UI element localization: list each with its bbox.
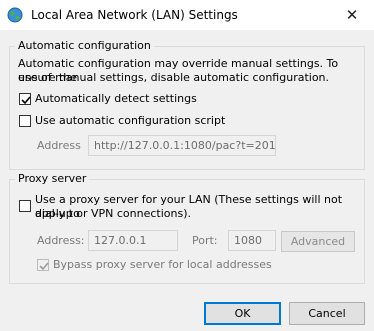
use-proxy-checkbox[interactable] — [19, 200, 31, 212]
proxy-port-input[interactable]: 1080 — [228, 230, 276, 251]
window-title: Local Area Network (LAN) Settings — [31, 8, 238, 22]
auto-config-description-line2: use of manual settings, disable automati… — [18, 71, 330, 84]
auto-config-legend: Automatic configuration — [15, 39, 154, 53]
proxy-address-input[interactable]: 127.0.0.1 — [88, 230, 178, 251]
config-script-label[interactable]: Use automatic configuration script — [35, 114, 225, 128]
ok-button[interactable]: OK — [204, 302, 281, 325]
close-icon[interactable]: ✕ — [330, 0, 374, 30]
proxy-port-label: Port: — [192, 234, 218, 247]
detect-settings-label[interactable]: Automatically detect settings — [35, 92, 197, 106]
proxy-address-label: Address: — [37, 234, 85, 247]
detect-settings-checkbox[interactable] — [19, 93, 31, 105]
proxy-server-legend: Proxy server — [15, 172, 90, 186]
advanced-button[interactable]: Advanced — [281, 231, 355, 252]
bypass-local-checkbox[interactable] — [37, 259, 49, 271]
script-address-input[interactable]: http://127.0.0.1:1080/pac?t=20170 — [88, 135, 276, 156]
globe-network-icon — [7, 7, 23, 23]
bypass-local-label[interactable]: Bypass proxy server for local addresses — [53, 258, 272, 272]
checkmark-icon — [21, 96, 31, 105]
config-script-checkbox[interactable] — [19, 115, 31, 127]
script-address-label: Address — [37, 139, 81, 152]
cancel-button[interactable]: Cancel — [289, 302, 365, 325]
use-proxy-label-line2[interactable]: dial-up or VPN connections). — [35, 207, 191, 221]
checkmark-icon — [39, 262, 49, 271]
title-bar: Local Area Network (LAN) Settings ✕ — [0, 0, 374, 30]
